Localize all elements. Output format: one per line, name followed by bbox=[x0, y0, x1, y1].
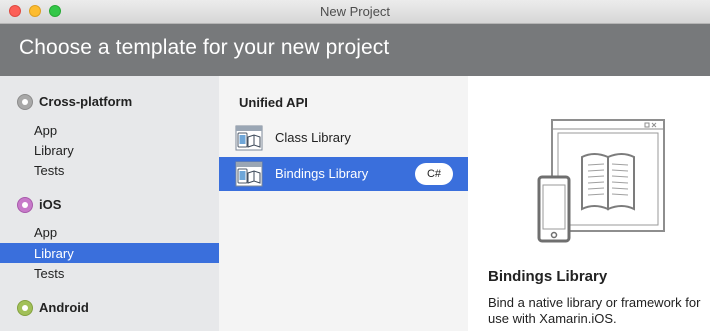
ios-icon bbox=[17, 197, 33, 213]
language-selector[interactable]: C# bbox=[415, 163, 453, 185]
template-section-title: Unified API bbox=[239, 95, 308, 110]
sidebar-category-label: Android bbox=[39, 300, 89, 315]
sidebar-item-label: Tests bbox=[34, 266, 65, 281]
title-bar: New Project bbox=[0, 0, 710, 24]
template-label: Bindings Library bbox=[275, 166, 369, 181]
sidebar-category-ios[interactable]: iOS bbox=[0, 194, 219, 216]
page-title: Choose a template for your new project bbox=[19, 36, 390, 59]
sidebar-item-ios-tests[interactable]: Tests bbox=[0, 263, 219, 283]
sidebar-category-android[interactable]: Android bbox=[0, 297, 219, 319]
preview-title: Bindings Library bbox=[488, 268, 608, 285]
template-bindings-library[interactable]: Bindings Library C# bbox=[219, 157, 468, 191]
template-preview-pane: Bindings Library Bind a native library o… bbox=[468, 76, 710, 331]
sidebar-item-label: App bbox=[34, 123, 58, 138]
category-sidebar: Cross-platform App Library Tests iOS App… bbox=[0, 76, 219, 331]
template-label: Class Library bbox=[275, 130, 351, 145]
template-list: Unified API Class Library Bindings Libra… bbox=[219, 76, 468, 331]
preview-description: Bind a native library or framework for u… bbox=[488, 295, 701, 326]
sidebar-category-label: Cross-platform bbox=[39, 94, 133, 109]
sidebar-item-label: App bbox=[34, 225, 58, 240]
sidebar-item-ios-library[interactable]: Library bbox=[0, 243, 219, 263]
sidebar-item-ios-app[interactable]: App bbox=[0, 222, 219, 242]
sidebar-item-label: Tests bbox=[34, 163, 65, 178]
sidebar-item-cross-platform-tests[interactable]: Tests bbox=[0, 160, 219, 180]
window-title: New Project bbox=[319, 4, 391, 19]
sidebar-item-label: Library bbox=[34, 143, 74, 158]
template-class-library[interactable]: Class Library bbox=[219, 121, 468, 155]
sidebar-item-cross-platform-app[interactable]: App bbox=[0, 120, 219, 140]
class-library-icon bbox=[235, 125, 263, 151]
cross-platform-icon bbox=[17, 94, 33, 110]
sidebar-item-label: Library bbox=[34, 246, 74, 261]
bindings-library-icon bbox=[235, 161, 263, 187]
sidebar-category-cross-platform[interactable]: Cross-platform bbox=[0, 91, 219, 113]
new-project-window: New Project Choose a template for your n… bbox=[0, 0, 710, 331]
sidebar-item-cross-platform-library[interactable]: Library bbox=[0, 140, 219, 160]
sidebar-category-label: iOS bbox=[39, 197, 62, 212]
bindings-library-illustration bbox=[537, 119, 665, 243]
dialog-header: Choose a template for your new project bbox=[0, 24, 710, 76]
android-icon bbox=[17, 300, 33, 316]
